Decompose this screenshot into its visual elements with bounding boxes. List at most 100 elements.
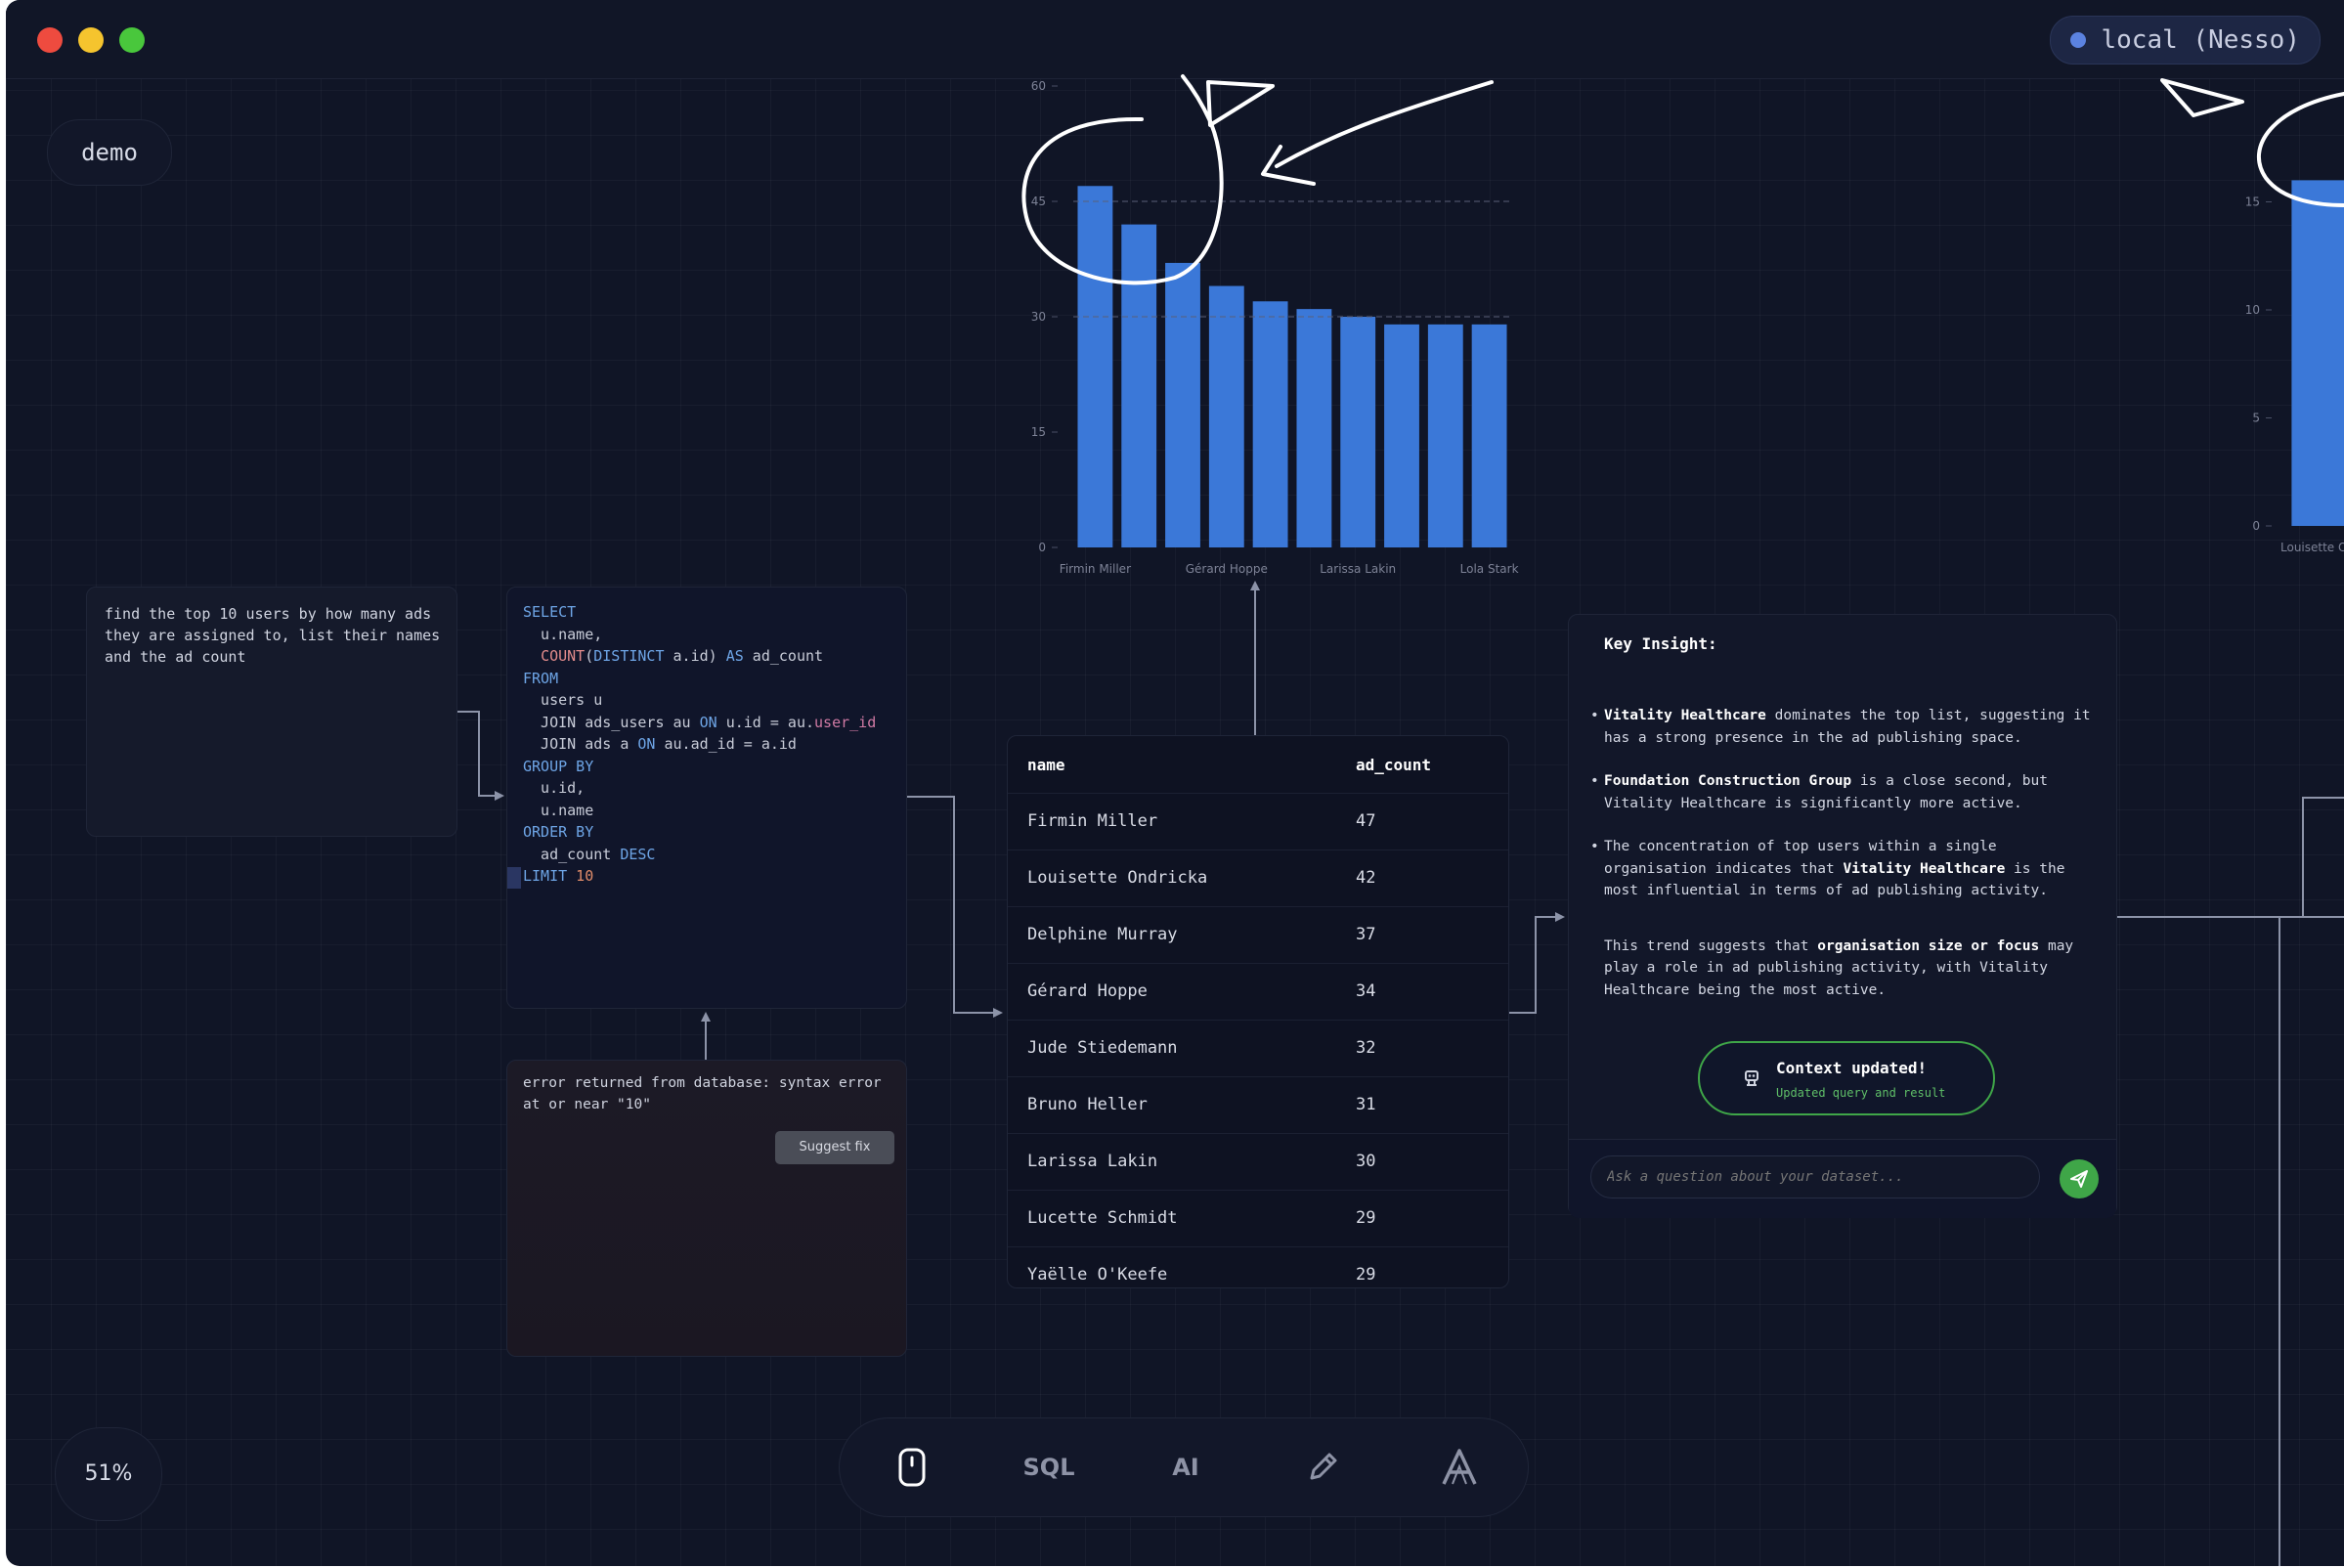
zoom-level[interactable]: 51%	[55, 1427, 162, 1521]
table-row[interactable]: Bruno Heller 31	[1008, 1076, 1508, 1134]
chart-bar[interactable]	[1208, 285, 1244, 547]
ask-input-bar	[1569, 1139, 2116, 1218]
insight-bullet: • The concentration of top users within a…	[1588, 836, 2097, 902]
sql-token: u.name	[523, 801, 594, 819]
sql-token: GROUP BY	[523, 757, 594, 775]
x-tick-label: Gérard Hoppe	[1186, 562, 1268, 576]
sql-token: JOIN ads a	[523, 735, 638, 753]
column-header-ad-count[interactable]: ad_count	[1356, 756, 1431, 774]
prompt-node[interactable]: find the top 10 users by how many ads th…	[86, 587, 457, 837]
ask-question-input[interactable]	[1590, 1155, 2040, 1198]
bullet-icon: •	[1590, 708, 1599, 723]
chart-bar[interactable]	[1340, 317, 1376, 547]
sql-line: LIMIT 10	[523, 865, 876, 888]
app-window: local (Nesso) demo find the top 10 users…	[6, 0, 2344, 1566]
sql-token: au.ad_id = a.id	[655, 735, 797, 753]
insight-emphasis: organisation size or focus	[1817, 937, 2040, 954]
sql-token: DISTINCT	[593, 647, 665, 665]
ai-tool-button[interactable]: AI	[1156, 1444, 1215, 1491]
sql-token: ORDER BY	[523, 823, 594, 841]
chart-bar[interactable]	[1427, 324, 1463, 547]
context-updated-toast: Context updated! Updated query and resul…	[1698, 1041, 1995, 1115]
table-row[interactable]: Larissa Lakin 30	[1008, 1133, 1508, 1191]
cell-name: Yaëlle O'Keefe	[1027, 1265, 1168, 1285]
cell-name: Delphine Murray	[1027, 925, 1178, 944]
column-header-name[interactable]: name	[1027, 756, 1065, 774]
sql-editor-gutter-marker	[507, 867, 521, 889]
chart-bar[interactable]	[1077, 186, 1113, 547]
title-bar: local (Nesso)	[6, 0, 2344, 79]
pencil-icon	[1310, 1453, 1337, 1480]
chart-bar[interactable]	[2291, 180, 2344, 526]
result-table-node[interactable]: name ad_count Firmin Miller 47 Louisette O…	[1007, 735, 1509, 1288]
sql-token: ON	[699, 713, 717, 731]
y-tick-label: 10	[2245, 303, 2260, 317]
chart-bar[interactable]	[1296, 309, 1332, 547]
suggest-fix-button[interactable]: Suggest fix	[775, 1131, 894, 1164]
sql-token: (	[585, 647, 594, 665]
cell-ad-count: 31	[1356, 1095, 1376, 1114]
x-tick-label: Lola Stark	[1460, 562, 1519, 576]
send-button[interactable]	[2060, 1159, 2099, 1198]
sql-token: ON	[637, 735, 656, 753]
table-row[interactable]: Gérard Hoppe 34	[1008, 963, 1508, 1021]
chart-bar[interactable]	[1252, 301, 1288, 547]
cell-name: Louisette Ondricka	[1027, 868, 1208, 888]
chart-bar[interactable]	[1384, 324, 1419, 547]
y-tick-label: 5	[2252, 412, 2260, 425]
annotation-arrow-right	[2160, 78, 2244, 117]
table-row[interactable]: Firmin Miller 47	[1008, 793, 1508, 850]
select-tool-button[interactable]	[883, 1444, 941, 1491]
table-row[interactable]: Delphine Murray 37	[1008, 906, 1508, 964]
sql-token: AS	[725, 647, 744, 665]
insight-bullet: • Foundation Construction Group is a clos…	[1588, 770, 2097, 814]
y-tick-label: 0	[1038, 541, 1046, 554]
insight-text: This trend suggests that	[1604, 937, 1818, 954]
table-row[interactable]: Yaëlle O'Keefe 29	[1008, 1246, 1508, 1287]
cell-ad-count: 29	[1356, 1208, 1376, 1228]
sql-editor-node[interactable]: SELECT u.name, COUNT(DISTINCT a.id) AS a…	[506, 587, 907, 1009]
table-row[interactable]: Louisette Ondricka 42	[1008, 849, 1508, 907]
mouse-icon	[898, 1448, 926, 1487]
cell-ad-count: 34	[1356, 981, 1376, 1001]
connection-label: local (Nesso)	[2101, 25, 2301, 55]
bar-chart-node[interactable]: 0 15 30 45 60 Firmin Miller Gérard Hoppe Lariss…	[1022, 70, 1531, 598]
minimize-window-button[interactable]	[78, 27, 104, 53]
chart-bar[interactable]	[1471, 324, 1507, 547]
cell-name: Firmin Miller	[1027, 811, 1158, 831]
maximize-window-button[interactable]	[119, 27, 145, 53]
project-name-badge[interactable]: demo	[47, 119, 172, 186]
cell-name: Gérard Hoppe	[1027, 981, 1148, 1001]
toast-title: Context updated!	[1776, 1059, 1928, 1077]
table-row[interactable]: Jude Stiedemann 32	[1008, 1020, 1508, 1077]
ai-insight-node[interactable]: Key Insight: • Vitality Healthcare domina…	[1568, 614, 2117, 1218]
chart-bar[interactable]	[1165, 262, 1200, 547]
sql-token: LIMIT	[523, 867, 568, 885]
prompt-text: find the top 10 users by how many ads th…	[105, 605, 441, 666]
table-header: name ad_count	[1008, 736, 1508, 793]
toast-subtitle: Updated query and result	[1776, 1086, 1946, 1100]
connection-badge[interactable]: local (Nesso)	[2049, 16, 2321, 65]
sql-token: FROM	[523, 669, 559, 687]
text-tool-button[interactable]	[1430, 1444, 1489, 1491]
y-tick-label: 30	[1031, 310, 1046, 324]
chart-bar[interactable]	[1121, 224, 1157, 547]
draw-tool-button[interactable]	[1293, 1444, 1352, 1491]
sql-tool-button[interactable]: SQL	[1020, 1444, 1078, 1491]
x-tick-label: Larissa Lakin	[1320, 562, 1396, 576]
sql-token: SELECT	[523, 603, 577, 621]
sql-line: users u	[523, 689, 876, 712]
close-window-button[interactable]	[37, 27, 63, 53]
table-row[interactable]: Lucette Schmidt 29	[1008, 1190, 1508, 1247]
cell-ad-count: 30	[1356, 1152, 1376, 1171]
y-tick-label: 45	[1031, 195, 1046, 208]
sql-code[interactable]: SELECT u.name, COUNT(DISTINCT a.id) AS a…	[523, 601, 876, 888]
connection-status-icon	[2069, 32, 2086, 48]
arrowhead-insight	[1555, 912, 1565, 922]
insight-title: Key Insight:	[1604, 634, 1717, 653]
sql-token: u.name,	[523, 625, 603, 643]
sql-token: u.id = au.	[716, 713, 815, 731]
bar-chart-node-2[interactable]: 0 5 10 15 Louisette Ondr	[2233, 78, 2344, 587]
sql-line: JOIN ads a ON au.ad_id = a.id	[523, 733, 876, 756]
